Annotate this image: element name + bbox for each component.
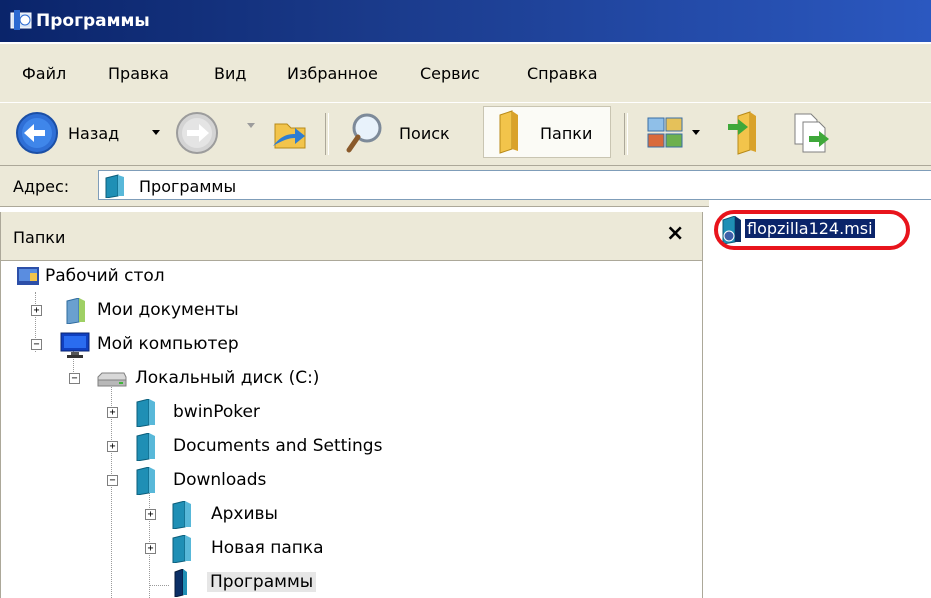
tree-item-label: Новая папка bbox=[211, 538, 324, 558]
my-documents-icon bbox=[66, 298, 85, 324]
open-folder-icon bbox=[174, 569, 187, 597]
tree-item-documents-and-settings[interactable]: + Documents and Settings bbox=[101, 430, 441, 464]
tree-item-label: Программы bbox=[207, 572, 317, 592]
address-label: Адрес: bbox=[13, 177, 70, 196]
tree-item-bwinpoker[interactable]: + bwinPoker bbox=[101, 396, 361, 430]
copy-to-icon bbox=[794, 113, 829, 153]
tree-item-archives[interactable]: + Архивы bbox=[139, 498, 379, 532]
folder-tree: Рабочий стол + Мои документы − Мой компь… bbox=[1, 260, 702, 598]
move-to-button[interactable] bbox=[724, 110, 772, 156]
tree-item-local-disk[interactable]: − Локальный диск (C:) bbox=[63, 362, 383, 396]
folders-pane-title: Папки bbox=[13, 228, 66, 247]
expand-plus-icon[interactable]: + bbox=[31, 305, 42, 316]
file-list-pane: flopzilla124.msi bbox=[709, 200, 931, 598]
folder-icon bbox=[105, 174, 124, 198]
folder-icon bbox=[172, 501, 191, 529]
tree-item-desktop[interactable]: Рабочий стол bbox=[15, 260, 315, 294]
tree-item-label: Documents and Settings bbox=[173, 436, 383, 456]
expand-plus-icon[interactable]: + bbox=[107, 407, 118, 418]
desktop-icon bbox=[17, 267, 39, 285]
menu-file[interactable]: Файл bbox=[22, 64, 66, 83]
title-bar: Программы bbox=[0, 0, 931, 42]
search-label: Поиск bbox=[399, 124, 450, 143]
menu-help[interactable]: Справка bbox=[527, 64, 598, 83]
up-folder-icon bbox=[273, 123, 306, 149]
address-input[interactable]: Программы bbox=[98, 170, 931, 200]
back-button[interactable]: Назад bbox=[14, 110, 160, 156]
folders-icon bbox=[499, 110, 518, 154]
hard-drive-icon bbox=[97, 372, 127, 387]
back-label: Назад bbox=[68, 124, 120, 143]
views-button[interactable] bbox=[642, 110, 706, 156]
toolbar: Назад Поиск Папки bbox=[0, 103, 931, 166]
menu-favorites[interactable]: Избранное bbox=[287, 64, 378, 83]
toolbar-separator bbox=[325, 113, 329, 155]
tree-item-label: Мой компьютер bbox=[97, 334, 239, 354]
tree-item-label: bwinPoker bbox=[173, 402, 260, 422]
forward-arrow-icon bbox=[176, 112, 218, 154]
views-icon bbox=[647, 117, 683, 148]
back-dropdown-arrow-icon[interactable] bbox=[152, 130, 160, 135]
address-value: Программы bbox=[139, 177, 237, 196]
folders-label: Папки bbox=[540, 124, 593, 143]
expand-plus-icon[interactable]: + bbox=[107, 441, 118, 452]
collapse-minus-icon[interactable]: − bbox=[31, 339, 42, 350]
tree-item-label: Мои документы bbox=[97, 300, 239, 320]
folders-pane: Папки × Рабочий стол + Мои документы − М… bbox=[0, 212, 703, 598]
search-icon bbox=[346, 113, 382, 153]
folder-icon bbox=[136, 433, 155, 461]
explorer-window-icon bbox=[10, 10, 32, 30]
menu-edit[interactable]: Правка bbox=[108, 64, 169, 83]
toolbar-separator bbox=[624, 113, 628, 155]
views-dropdown-arrow-icon bbox=[692, 130, 700, 135]
tree-item-my-computer[interactable]: − Мой компьютер bbox=[25, 328, 325, 362]
folder-icon bbox=[136, 467, 155, 495]
tree-item-my-documents[interactable]: + Мои документы bbox=[25, 294, 325, 328]
file-item[interactable]: flopzilla124.msi bbox=[714, 210, 913, 250]
tree-item-programs[interactable]: Программы bbox=[139, 566, 399, 598]
highlight-ring bbox=[714, 210, 910, 250]
tree-item-label: Архивы bbox=[211, 504, 278, 524]
menu-view[interactable]: Вид bbox=[214, 64, 246, 83]
my-computer-icon bbox=[60, 332, 90, 358]
window-title: Программы bbox=[36, 11, 150, 31]
back-arrow-icon bbox=[16, 112, 58, 154]
tree-item-label: Рабочий стол bbox=[45, 266, 165, 286]
expand-plus-icon[interactable]: + bbox=[145, 509, 156, 520]
forward-dropdown-arrow-icon[interactable] bbox=[247, 123, 255, 128]
up-folder-button[interactable] bbox=[265, 110, 313, 156]
copy-to-button[interactable] bbox=[787, 110, 837, 156]
tree-item-downloads[interactable]: − Downloads bbox=[101, 464, 361, 498]
menu-bar: Файл Правка Вид Избранное Сервис Справка bbox=[0, 44, 931, 103]
tree-item-new-folder[interactable]: + Новая папка bbox=[139, 532, 399, 566]
forward-button[interactable] bbox=[174, 110, 224, 156]
collapse-minus-icon[interactable]: − bbox=[107, 475, 118, 486]
search-button[interactable]: Поиск bbox=[343, 110, 463, 156]
tree-item-label: Downloads bbox=[173, 470, 267, 490]
folders-button[interactable]: Папки bbox=[483, 106, 611, 158]
menu-tools[interactable]: Сервис bbox=[420, 64, 480, 83]
expand-plus-icon[interactable]: + bbox=[145, 543, 156, 554]
move-to-icon bbox=[728, 111, 756, 155]
folders-pane-header: Папки × bbox=[1, 212, 702, 261]
folder-icon bbox=[136, 399, 155, 427]
collapse-minus-icon[interactable]: − bbox=[69, 373, 80, 384]
tree-item-label: Локальный диск (C:) bbox=[135, 368, 320, 388]
close-icon[interactable]: × bbox=[666, 221, 684, 246]
folder-icon bbox=[172, 535, 191, 563]
